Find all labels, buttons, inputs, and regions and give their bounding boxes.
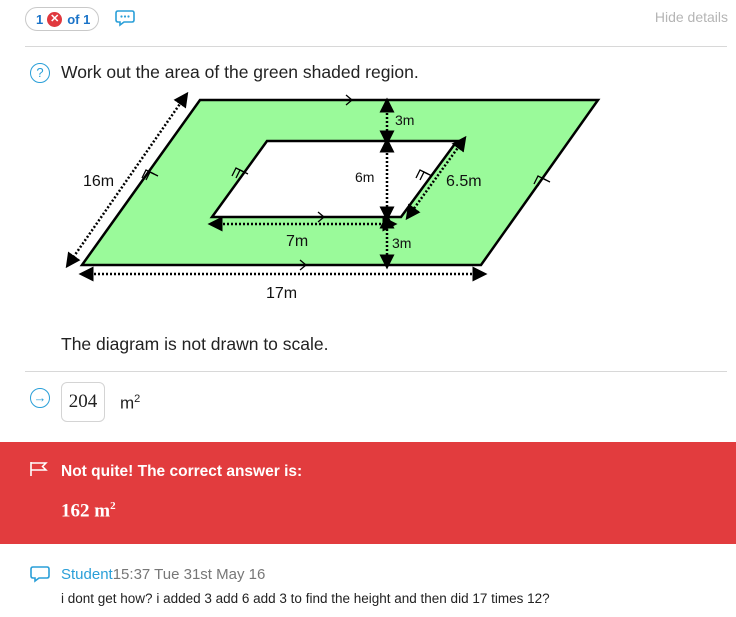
chat-bubble-icon[interactable] xyxy=(115,9,135,32)
chat-bubble-icon xyxy=(30,565,50,588)
comment-header: Student15:37 Tue 31st May 16 xyxy=(61,566,265,583)
x-circle-icon: ✕ xyxy=(47,11,63,27)
correct-answer-value: 162 xyxy=(61,500,90,522)
question-text: Work out the area of the green shaded re… xyxy=(61,62,419,82)
feedback-title: Not quite! The correct answer is: xyxy=(61,463,303,480)
parallelogram-diagram: 3m 6m 3m 7m 6.5m 16m 17m xyxy=(65,91,601,302)
comment-time: 15:37 Tue 31st May 16 xyxy=(112,566,266,583)
answer-unit: m2 xyxy=(120,393,140,414)
attempt-number: 1 xyxy=(36,11,44,27)
flag-icon xyxy=(29,461,49,482)
scale-note: The diagram is not drawn to scale. xyxy=(61,334,329,354)
divider xyxy=(25,371,727,372)
top-bar: 1 ✕ of 1 Hide details xyxy=(0,0,736,46)
label-inner-height: 6m xyxy=(355,169,374,185)
answer-unit-base: m xyxy=(120,393,135,413)
answer-unit-power: 2 xyxy=(134,393,141,405)
label-outer-base: 17m xyxy=(266,285,297,302)
attempt-badge[interactable]: 1 ✕ of 1 xyxy=(25,7,99,31)
feedback-banner: Not quite! The correct answer is: 162 m2 xyxy=(0,442,736,544)
label-inner-base: 7m xyxy=(286,233,308,250)
arrow-circle-icon: → xyxy=(30,388,50,408)
divider xyxy=(25,46,727,47)
correct-answer: 162 m2 xyxy=(61,500,116,522)
label-slant-inner: 6.5m xyxy=(446,173,482,190)
answer-input[interactable]: 204 xyxy=(61,382,105,422)
label-bottom-gap: 3m xyxy=(392,235,411,251)
comment-author[interactable]: Student xyxy=(61,566,113,583)
label-top-gap: 3m xyxy=(395,112,414,128)
label-slant-outer: 16m xyxy=(83,173,114,190)
hide-details-link[interactable]: Hide details xyxy=(655,9,728,25)
question-circle-icon: ? xyxy=(30,63,50,83)
correct-answer-power: 2 xyxy=(110,500,116,512)
correct-answer-unit: m xyxy=(94,500,111,522)
comment-text: i dont get how? i added 3 add 6 add 3 to… xyxy=(61,591,550,606)
attempt-of-label: of 1 xyxy=(67,11,91,27)
